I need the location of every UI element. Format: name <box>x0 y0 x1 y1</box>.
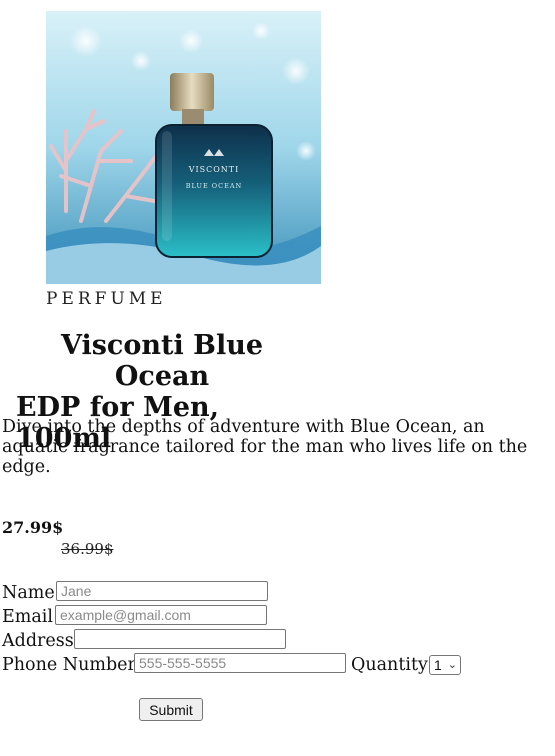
product-category: PERFUME <box>46 289 167 309</box>
description-line1: Dive into the depths of adventure with B… <box>2 417 485 437</box>
description-line2: aquatic fragrance tailored for the man w… <box>2 437 528 477</box>
chevron-down-icon: ⌄ <box>447 659 457 671</box>
svg-text:VISCONTI: VISCONTI <box>188 165 240 174</box>
quantity-row: Quantity <box>351 652 428 676</box>
quantity-value: 1 <box>434 657 442 673</box>
name-label: Name <box>2 582 55 603</box>
address-row: Address <box>2 628 74 652</box>
address-input[interactable] <box>74 629 286 649</box>
name-input[interactable] <box>56 581 268 601</box>
product-description: Dive into the depths of adventure with B… <box>2 417 552 477</box>
svg-text:BLUE OCEAN: BLUE OCEAN <box>186 182 242 190</box>
original-price: 36.99$ <box>61 540 114 558</box>
quantity-select[interactable]: 1 ⌄ <box>429 655 461 675</box>
current-price: 27.99$ <box>2 518 64 537</box>
submit-button[interactable]: Submit <box>139 698 203 721</box>
email-row: Email <box>2 604 53 628</box>
address-label: Address <box>2 630 74 651</box>
quantity-label: Quantity <box>351 654 428 675</box>
phone-label: Phone Number <box>2 654 136 675</box>
product-image: VISCONTI BLUE OCEAN <box>46 11 321 284</box>
product-title-line1: Visconti Blue Ocean <box>60 330 264 392</box>
name-row: Name <box>2 580 55 604</box>
perfume-bottle-illustration: VISCONTI BLUE OCEAN <box>46 11 321 284</box>
phone-input[interactable] <box>134 653 346 673</box>
phone-row: Phone Number <box>2 652 136 676</box>
email-label: Email <box>2 606 53 627</box>
email-input[interactable] <box>55 605 267 625</box>
